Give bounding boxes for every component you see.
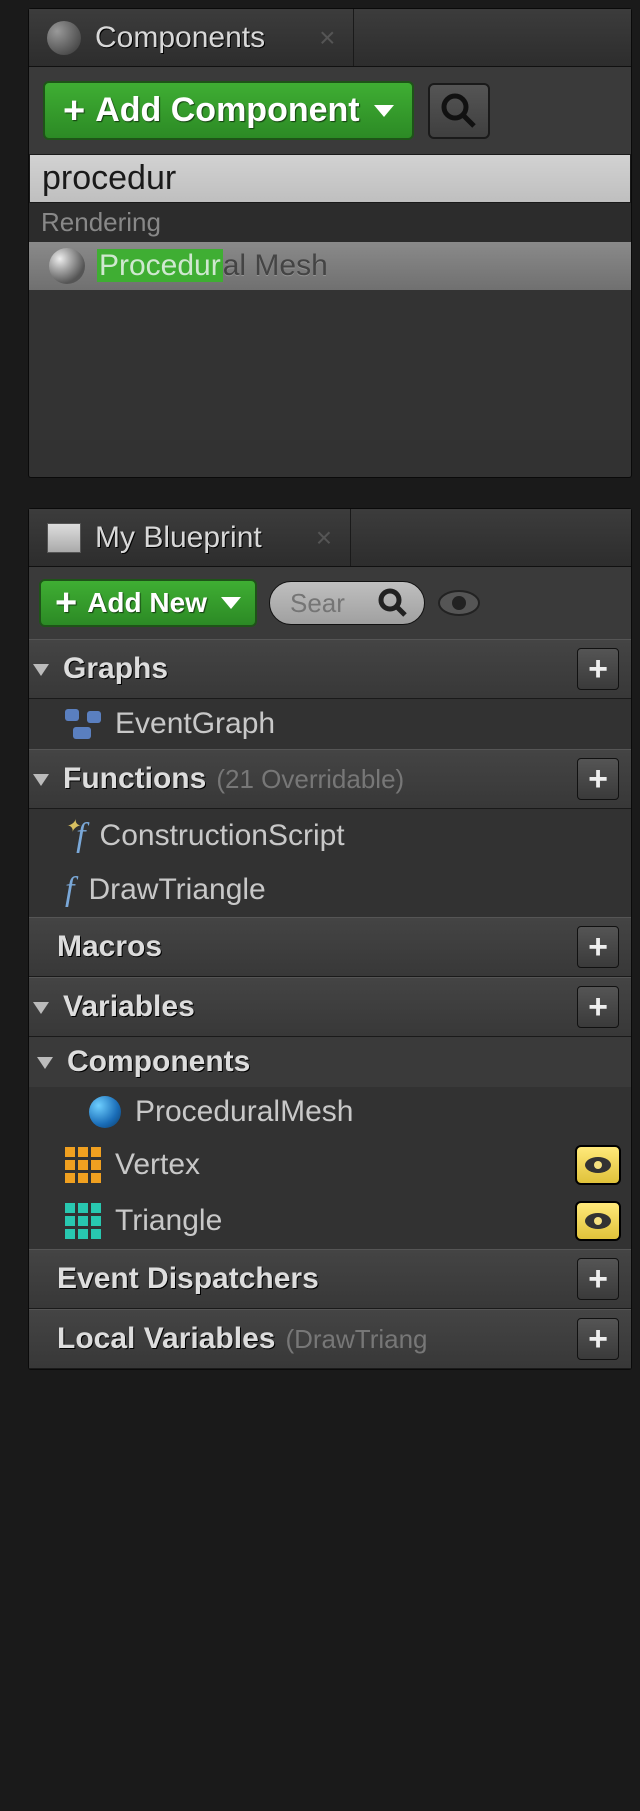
item-label: DrawTriangle [88, 873, 265, 907]
expand-toggle-icon[interactable] [33, 774, 49, 786]
mesh-icon [49, 248, 85, 284]
expand-toggle-icon[interactable] [33, 1002, 49, 1014]
function-override-icon: f [65, 817, 86, 855]
function-item-drawtriangle[interactable]: f DrawTriangle [29, 863, 631, 917]
chevron-down-icon [221, 597, 241, 609]
section-title: Event Dispatchers [57, 1262, 319, 1296]
add-function-button[interactable]: + [577, 758, 619, 800]
search-icon [440, 92, 478, 130]
section-subtitle: (21 Overridable) [216, 764, 404, 795]
my-blueprint-tab[interactable]: My Blueprint × [29, 509, 351, 566]
section-title: Local Variables [57, 1322, 275, 1356]
add-local-variable-button[interactable]: + [577, 1318, 619, 1360]
array-icon [65, 1203, 101, 1239]
item-label: Vertex [115, 1148, 200, 1182]
add-component-label: Add Component [95, 91, 359, 130]
components-tab[interactable]: Components × [29, 9, 354, 66]
item-label: EventGraph [115, 707, 275, 741]
components-empty-area [29, 290, 631, 440]
add-new-label: Add New [87, 587, 207, 619]
array-icon [65, 1147, 101, 1183]
my-blueprint-panel: My Blueprint × + Add New Graphs + [28, 508, 632, 1370]
close-icon[interactable]: × [319, 22, 335, 54]
section-title: Macros [57, 930, 162, 964]
section-title: Components [67, 1045, 250, 1079]
section-subtitle: (DrawTriang [285, 1324, 427, 1355]
expand-toggle-icon[interactable] [37, 1057, 53, 1069]
search-icon [378, 588, 408, 618]
chevron-down-icon [374, 105, 394, 117]
function-icon: f [65, 871, 74, 909]
add-variable-button[interactable]: + [577, 986, 619, 1028]
add-new-button[interactable]: + Add New [39, 579, 257, 627]
component-search-input[interactable] [42, 159, 618, 198]
variable-item-vertex[interactable]: Vertex [29, 1137, 631, 1193]
eye-icon [583, 1211, 613, 1231]
component-search-field[interactable] [29, 154, 631, 203]
tab-bar: Components × [29, 9, 631, 67]
components-icon [47, 21, 81, 55]
section-macros[interactable]: Macros + [29, 917, 631, 977]
component-icon [89, 1096, 121, 1128]
graph-icon [65, 709, 101, 739]
expand-toggle-icon[interactable] [33, 664, 49, 676]
function-item-constructionscript[interactable]: f ConstructionScript [29, 809, 631, 863]
search-button[interactable] [428, 83, 490, 139]
item-label: ConstructionScript [100, 819, 345, 853]
variable-item-triangle[interactable]: Triangle [29, 1193, 631, 1249]
match-highlight: Procedur [97, 249, 223, 282]
visibility-toggle[interactable] [575, 1201, 621, 1241]
tab-title: Components [95, 21, 265, 55]
tab-bar: My Blueprint × [29, 509, 631, 567]
component-item-proceduralmesh[interactable]: ProceduralMesh [29, 1087, 631, 1137]
section-title: Graphs [63, 652, 168, 686]
section-functions[interactable]: Functions (21 Overridable) + [29, 749, 631, 809]
section-components[interactable]: Components [29, 1037, 631, 1087]
section-local-variables[interactable]: Local Variables (DrawTriang + [29, 1309, 631, 1369]
close-icon[interactable]: × [316, 522, 332, 554]
eye-icon [583, 1155, 613, 1175]
tab-title: My Blueprint [95, 521, 262, 555]
blueprint-icon [47, 523, 81, 553]
blueprint-toolbar: + Add New [29, 567, 631, 639]
visibility-toggle[interactable] [575, 1145, 621, 1185]
match-rest: al Mesh [223, 249, 328, 282]
blueprint-search[interactable] [269, 581, 425, 625]
search-result-procedural-mesh[interactable]: Procedural Mesh [29, 242, 631, 290]
components-panel: Components × + Add Component Rendering P… [28, 8, 632, 478]
eye-icon [437, 588, 481, 618]
add-graph-button[interactable]: + [577, 648, 619, 690]
section-event-dispatchers[interactable]: Event Dispatchers + [29, 1249, 631, 1309]
section-title: Variables [63, 990, 195, 1024]
category-header: Rendering [29, 203, 631, 242]
section-variables[interactable]: Variables + [29, 977, 631, 1037]
section-title: Functions [63, 762, 206, 796]
visibility-filter[interactable] [437, 588, 489, 618]
graph-item-eventgraph[interactable]: EventGraph [29, 699, 631, 749]
item-label: ProceduralMesh [135, 1095, 353, 1129]
blueprint-search-input[interactable] [290, 588, 370, 619]
add-component-button[interactable]: + Add Component [43, 81, 414, 140]
add-macro-button[interactable]: + [577, 926, 619, 968]
components-toolbar: + Add Component [29, 67, 631, 154]
section-graphs[interactable]: Graphs + [29, 639, 631, 699]
item-label: Triangle [115, 1204, 222, 1238]
add-event-dispatcher-button[interactable]: + [577, 1258, 619, 1300]
